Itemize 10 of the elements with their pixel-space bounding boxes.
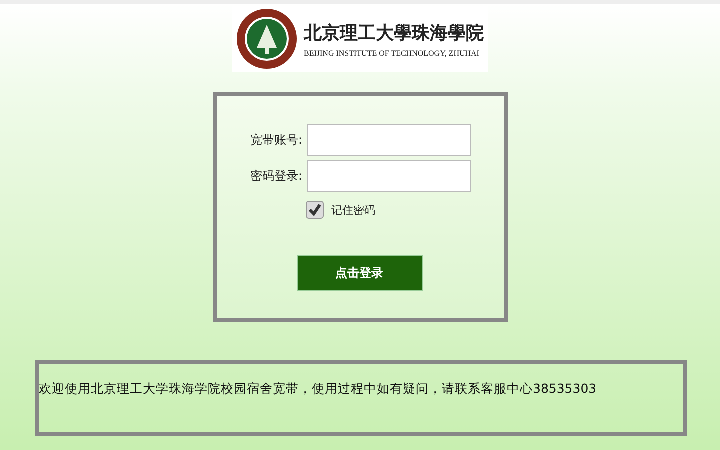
logo-title: 北京理工大學珠海學院 [304,22,484,44]
notice-text: 欢迎使用北京理工大学珠海学院校园宿舍宽带，使用过程中如有疑问，请联系客服中心38535303 [39,381,597,396]
field-label: 宽带账号: [249,132,304,148]
field-label: 密码登录: [249,168,304,184]
checkbox-label: 记住密码 [332,202,376,218]
logo-subtitle: BEIJING INSTITUTE OF TECHNOLOGY, ZHUHAI [304,48,480,58]
input-field[interactable] [306,160,470,192]
checkbox[interactable] [306,201,324,219]
input-field[interactable] [306,124,470,156]
login-button[interactable]: 点击登录 [296,255,422,291]
